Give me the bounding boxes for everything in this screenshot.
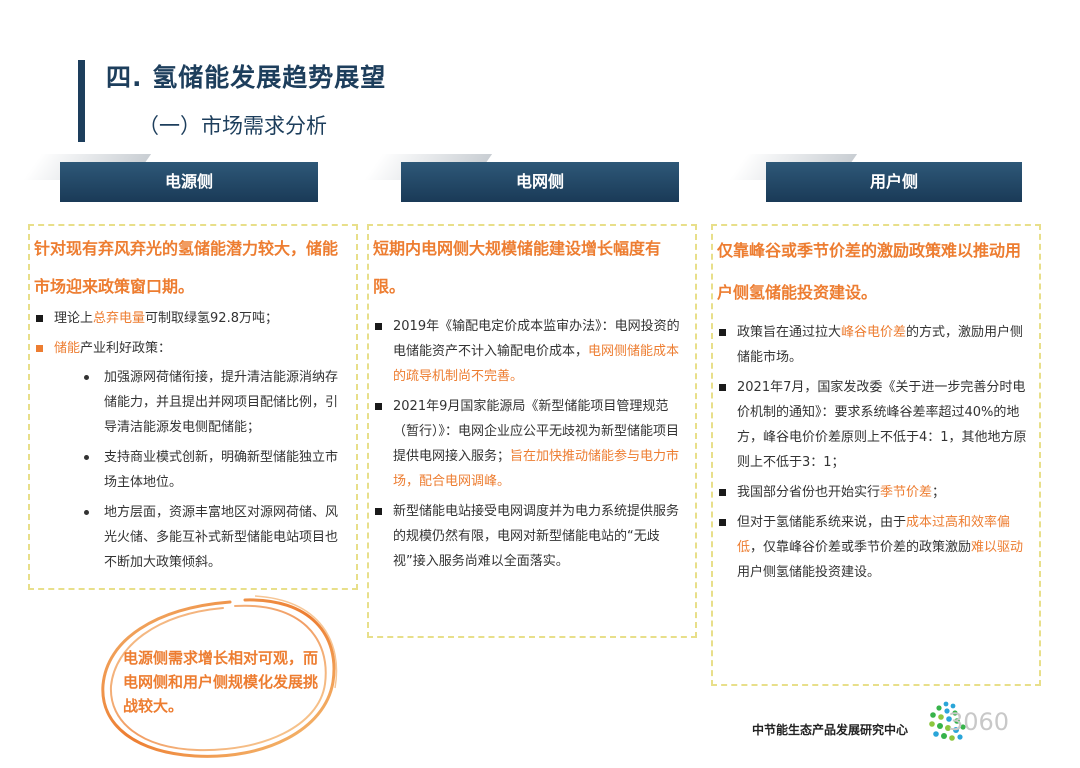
summary-callout: 电源侧需求增长相对可观，而电网侧和用户侧规模化发展挑战较大。	[95, 590, 345, 765]
list-item: 理论上总弃电量可制取绿氢92.8万吨；	[34, 306, 350, 331]
panel-headline: 针对现有弃风弃光的氢储能潜力较大，储能市场迎来政策窗口期。	[34, 239, 339, 296]
bullet-square-icon	[719, 489, 726, 496]
bullet-square-icon	[375, 403, 382, 410]
page-subtitle: （一）市场需求分析	[138, 114, 327, 138]
callout-text: 电源侧需求增长相对可观，而电网侧和用户侧规模化发展挑战较大。	[123, 649, 319, 715]
bullet-dot-icon	[84, 510, 89, 515]
banner-user-side: 用户侧	[728, 154, 1022, 202]
list-item: 2021年7月，国家发改委《关于进一步完善分时电价机制的通知》：要求系统峰谷差率…	[717, 375, 1033, 475]
bullet-square-icon	[375, 508, 382, 515]
banner-label: 电网侧	[515, 172, 564, 191]
bullet-square-icon	[719, 519, 726, 526]
panel-power-side: 针对现有弃风弃光的氢储能潜力较大，储能市场迎来政策窗口期。 理论上总弃电量可制取…	[28, 224, 358, 590]
banner-grid-side: 电网侧	[363, 154, 679, 202]
list-item: 储能产业利好政策： 加强源网荷储衔接，提升清洁能源消纳存储能力，并且提出并网项目…	[34, 336, 350, 575]
bullet-square-icon	[36, 345, 43, 352]
page-title: 四. 氢储能发展趋势展望	[106, 63, 387, 92]
title-accent-bar	[78, 60, 85, 142]
list-item: 但对于氢储能系统来说，由于成本过高和效率偏低，仅靠峰谷价差或季节价差的政策激励难…	[717, 510, 1033, 585]
list-item: 我国部分省份也开始实行季节价差；	[717, 480, 1033, 505]
bullet-dot-icon	[84, 375, 89, 380]
footer-organization: 中节能生态产品发展研究中心	[752, 723, 909, 737]
banner-label: 电源侧	[164, 172, 213, 191]
bullet-square-icon	[375, 323, 382, 330]
list-item: 2019年《输配电定价成本监审办法》：电网投资的电储能资产不计入输配电价成本，电…	[373, 314, 687, 389]
panel-headline: 短期内电网侧大规模储能建设增长幅度有限。	[373, 239, 662, 296]
panel-headline: 仅靠峰谷或季节价差的激励政策难以推动用户侧氢储能投资建设。	[717, 241, 1022, 302]
sub-list-item: 支持商业模式创新，明确新型储能独立市场主体地位。	[54, 445, 350, 495]
watermark-text: 3060	[948, 708, 1010, 736]
panel-user-side: 仅靠峰谷或季节价差的激励政策难以推动用户侧氢储能投资建设。 政策旨在通过拉大峰谷…	[711, 224, 1041, 686]
banner-power-side: 电源侧	[22, 154, 318, 202]
list-item: 2021年9月国家能源局《新型储能项目管理规范（暂行）》：电网企业应公平无歧视为…	[373, 394, 687, 494]
bullet-square-icon	[36, 315, 43, 322]
sub-list-item: 加强源网荷储衔接，提升清洁能源消纳存储能力，并且提出并网项目配储比例，引导清洁能…	[54, 365, 350, 440]
bullet-square-icon	[719, 329, 726, 336]
banner-label: 用户侧	[869, 172, 918, 191]
list-item: 政策旨在通过拉大峰谷电价差的方式，激励用户侧储能市场。	[717, 320, 1033, 370]
panel-grid-side: 短期内电网侧大规模储能建设增长幅度有限。 2019年《输配电定价成本监审办法》：…	[367, 224, 697, 638]
bullet-square-icon	[719, 384, 726, 391]
sub-list-item: 地方层面，资源丰富地区对源网荷储、风光火储、多能互补式新型储能电站项目也不断加大…	[54, 500, 350, 575]
bullet-dot-icon	[84, 455, 89, 460]
list-item: 新型储能电站接受电网调度并为电力系统提供服务的规模仍然有限，电网对新型储能电站的…	[373, 499, 687, 574]
